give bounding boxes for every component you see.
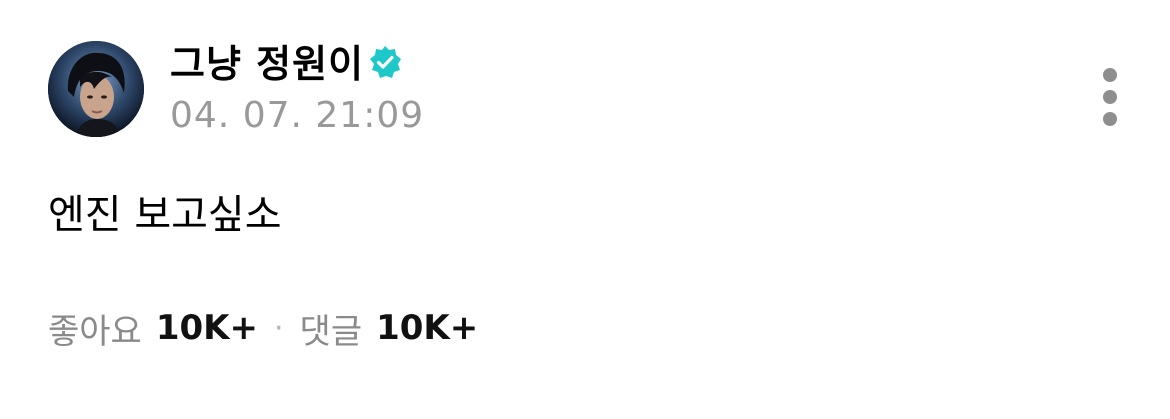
- more-vertical-icon-dot: [1103, 90, 1117, 104]
- more-vertical-icon: [1103, 68, 1117, 82]
- more-vertical-icon-dot: [1103, 112, 1117, 126]
- post-timestamp: 04. 07. 21:09: [170, 95, 425, 136]
- likes-count[interactable]: 10K+: [156, 308, 258, 348]
- avatar[interactable]: [48, 41, 144, 137]
- comments-label[interactable]: 댓글: [300, 304, 363, 353]
- more-options-button[interactable]: [1094, 62, 1126, 132]
- verified-badge-icon: [370, 46, 401, 78]
- stats-separator: ·: [274, 310, 284, 346]
- post-stats: 좋아요 10K+ · 댓글 10K+: [48, 304, 478, 353]
- post-card: 그냥 정원이 04. 07. 21:09 엔진 보고싶소 좋아요 10K+ · …: [0, 0, 1170, 419]
- avatar-image: [48, 41, 144, 137]
- likes-label[interactable]: 좋아요: [48, 304, 142, 353]
- post-text: 엔진 보고싶소: [48, 192, 282, 238]
- comments-count[interactable]: 10K+: [376, 308, 478, 348]
- author-name[interactable]: 그냥 정원이: [170, 40, 364, 88]
